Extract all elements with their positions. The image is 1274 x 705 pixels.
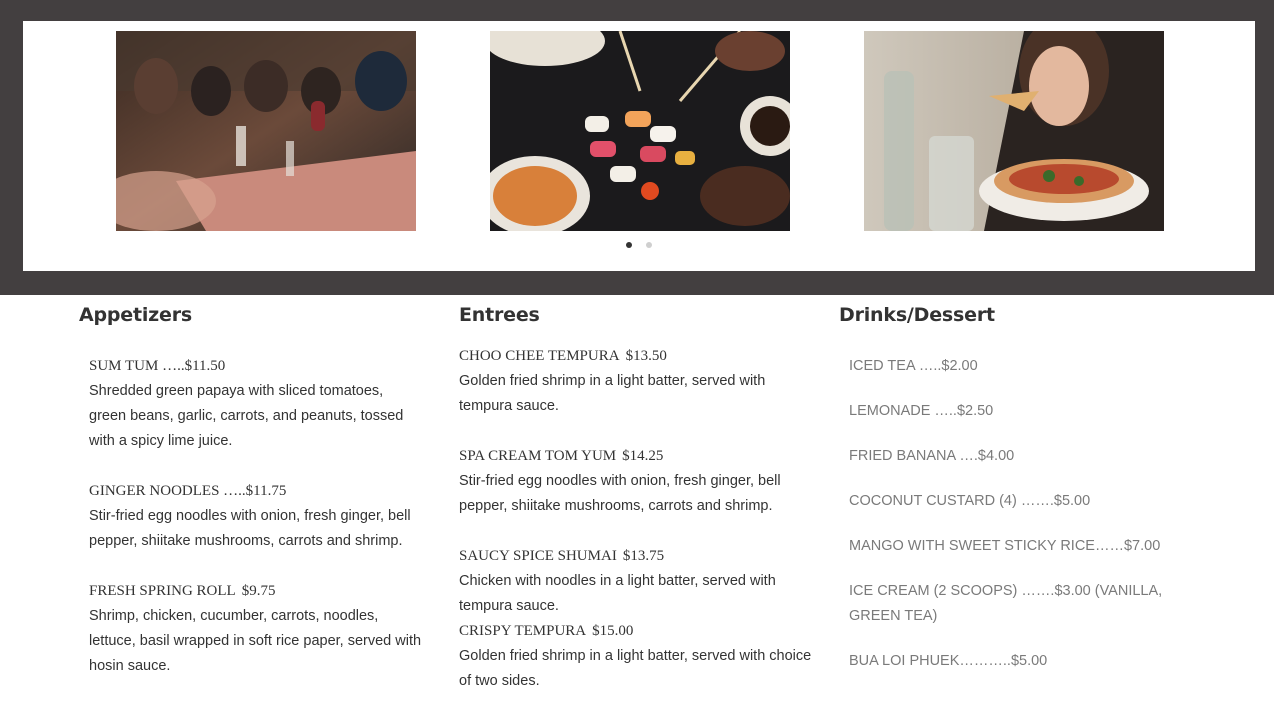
sushi-photo (490, 31, 790, 231)
item-description: Golden fried shrimp in a light batter, s… (459, 373, 766, 414)
item-price: $13.50 (625, 348, 667, 364)
carousel-dots (23, 242, 1255, 248)
appetizers-heading: Appetizers (79, 304, 193, 326)
drinks-dessert-column: Drinks/Dessert ICED TEA …..$2.00 LEMONAD… (839, 304, 1184, 694)
item-description: Shrimp, chicken, cucumber, carrots, nood… (89, 608, 422, 674)
carousel-slide-restaurant[interactable] (116, 31, 416, 231)
drink-item: LEMONADE …..$2.50 (849, 403, 994, 419)
menu-item: SAUCY SPICE SHUMAI $13.75 Chicken with no… (459, 544, 821, 619)
item-price: $13.75 (622, 548, 665, 564)
menu-item: CHOO CHEE TEMPURA $13.50 Golden fried shr… (459, 344, 821, 419)
item-description: Golden fried shrimp in a light batter, s… (459, 648, 812, 689)
carousel-dot-2[interactable] (646, 242, 652, 248)
image-carousel[interactable] (23, 21, 1255, 271)
menu-item: FRESH SPRING ROLL $9.75 Shrimp, chicken, … (89, 579, 424, 679)
entrees-column: Entrees CHOO CHEE TEMPURA $13.50 Golden f… (459, 304, 821, 694)
item-name: SAUCY SPICE SHUMAI (459, 548, 617, 564)
item-name: GINGER NOODLES …..$11.75 (89, 483, 287, 499)
item-name: CRISPY TEMPURA (459, 623, 587, 639)
item-name: SPA CREAM TOM YUM (459, 448, 617, 464)
carousel-dot-1[interactable] (626, 242, 632, 248)
item-name: SUM TUM …..$11.50 (89, 358, 226, 374)
drink-item: FRIED BANANA ….$4.00 (849, 448, 1015, 464)
menu-item: CRISPY TEMPURA $15.00 Golden fried shrimp… (459, 619, 821, 694)
drink-item: ICE CREAM (2 SCOOPS) …….$3.00 (VANILLA, … (849, 583, 1163, 624)
item-price: $14.25 (622, 448, 664, 464)
entrees-heading: Entrees (459, 304, 540, 326)
menu-item: SUM TUM …..$11.50 Shredded green papaya … (89, 354, 424, 454)
menu-item: GINGER NOODLES …..$11.75 Stir-fried egg … (89, 479, 424, 554)
item-price: $15.00 (592, 623, 634, 639)
item-description: Stir-fried egg noodles with onion, fresh… (459, 473, 781, 514)
drink-item: BUA LOI PHUEK………..$5.00 (849, 653, 1048, 669)
restaurant-photo (116, 31, 416, 231)
item-name: CHOO CHEE TEMPURA (459, 348, 620, 364)
item-description: Chicken with noodles in a light batter, … (459, 573, 776, 614)
carousel-slide-pizza[interactable] (864, 31, 1164, 231)
item-description: Stir-fried egg noodles with onion, fresh… (89, 508, 411, 549)
item-name: FRESH SPRING ROLL (89, 583, 236, 599)
drink-item: COCONUT CUSTARD (4) …….$5.00 (849, 493, 1091, 509)
item-price: $9.75 (241, 583, 276, 599)
drink-item: ICED TEA …..$2.00 (849, 358, 978, 374)
pizza-photo (864, 31, 1164, 231)
menu-item: SPA CREAM TOM YUM $14.25 Stir-fried egg n… (459, 444, 821, 519)
drink-item: MANGO WITH SWEET STICKY RICE……$7.00 (849, 538, 1161, 554)
hero-band (0, 0, 1274, 295)
item-description: Shredded green papaya with sliced tomato… (89, 383, 404, 449)
appetizers-column: Appetizers SUM TUM …..$11.50 Shredded gr… (79, 304, 424, 679)
drinks-dessert-heading: Drinks/Dessert (839, 304, 995, 326)
carousel-slide-sushi[interactable] (490, 31, 790, 231)
